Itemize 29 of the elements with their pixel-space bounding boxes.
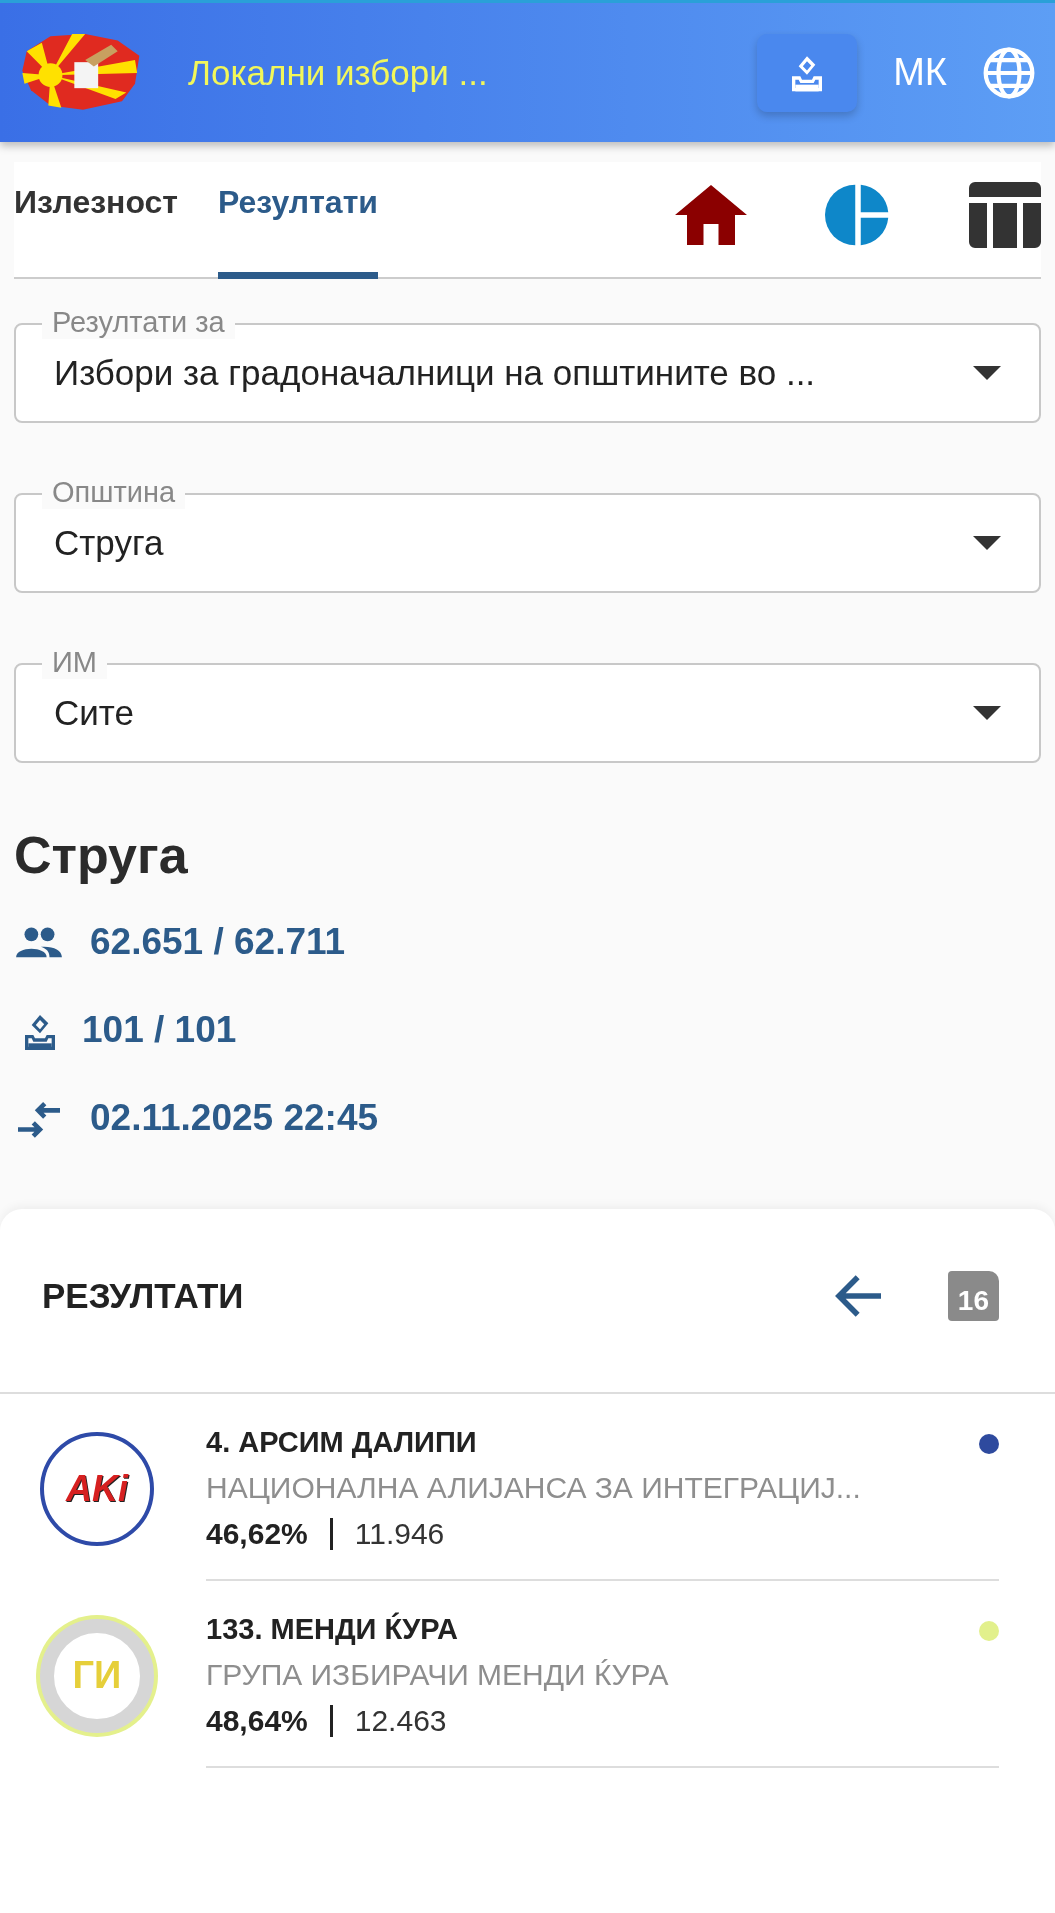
party-name: ГРУПА ИЗБИРАЧИ МЕНДИ ЌУРА (206, 1658, 670, 1692)
stat-value: 101 / 101 (82, 1009, 237, 1051)
dropdown-field[interactable]: Општина Струга (14, 475, 1041, 593)
field-value: Сите (54, 693, 135, 733)
ballot-button[interactable] (757, 33, 858, 112)
vote-count: 12.463 (353, 1704, 447, 1738)
vote-count: 11.946 (353, 1517, 445, 1551)
place-heading: Струга (14, 825, 189, 885)
stat-value: 62.651 / 62.711 (90, 921, 346, 963)
field-value: Струга (54, 523, 165, 563)
candidate-name: 133. МЕНДИ ЌУРА (206, 1613, 459, 1646)
table-icon[interactable] (969, 181, 1041, 248)
candidate-name: 4. АРСИМ ДАЛИПИ (206, 1426, 478, 1459)
party-logo-icon: ГИ (40, 1618, 154, 1733)
app-title: Локални избори ... (188, 52, 489, 93)
party-name: НАЦИОНАЛНА АЛИЈАНСА ЗА ИНТЕГРАЦИЈ... (206, 1471, 862, 1505)
caret-icon (973, 706, 1001, 720)
vote-percent: 46,62% (206, 1518, 333, 1550)
dropdown-field[interactable]: Резултати за Избори за градоначалници на општините во ... (14, 305, 1041, 423)
caret-icon (973, 536, 1001, 550)
field-value: Избори за градоначалници на општините во ... (54, 353, 817, 393)
party-logo-icon: AKi (40, 1431, 154, 1546)
tab[interactable]: Резултати (218, 162, 378, 279)
section-title: РЕЗУЛТАТИ (42, 1275, 244, 1316)
vote-percent: 48,64% (206, 1705, 333, 1737)
stat-value: 02.11.2025 22:45 (90, 1097, 379, 1139)
tab[interactable]: Излезност (14, 162, 198, 279)
dropdown-field[interactable]: ИМ Сите (14, 645, 1041, 763)
caret-icon (973, 366, 1001, 380)
